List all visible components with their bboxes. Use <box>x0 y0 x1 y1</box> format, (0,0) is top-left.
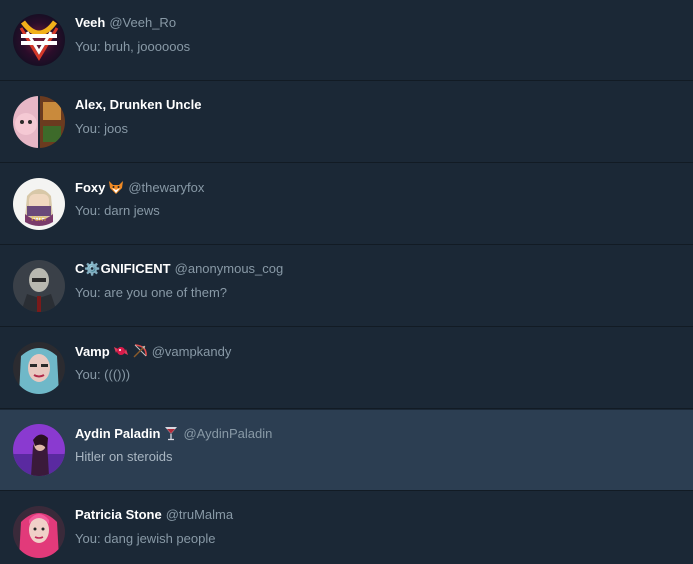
conversation-item-cognificent[interactable]: C⚙️GNIFICENT @anonymous_cog You: are you … <box>0 246 693 327</box>
user-handle: @Veeh_Ro <box>109 15 177 30</box>
display-name: C⚙️GNIFICENT <box>75 261 171 276</box>
display-name: Foxy <box>75 180 106 195</box>
conversation-item-aydin-paladin[interactable]: Aydin Paladin @AydinPaladin Hitler on st… <box>0 410 693 491</box>
cocktail-glass-icon <box>163 425 179 445</box>
user-handle: @AydinPaladin <box>183 426 273 441</box>
display-name: Veeh <box>75 15 106 30</box>
avatar[interactable] <box>13 424 65 476</box>
conversation-item-veeh[interactable]: Veeh @Veeh_Ro You: bruh, joooooos <box>0 0 693 81</box>
message-preview: You: ((())) <box>75 367 131 382</box>
display-name: Aydin Paladin <box>75 426 161 441</box>
message-preview: You: bruh, joooooos <box>75 39 191 54</box>
candy-icon <box>113 343 129 363</box>
conversation-item-vamp[interactable]: Vamp @vampkandy You: ((())) <box>0 328 693 409</box>
bow-and-arrow-icon <box>132 343 148 363</box>
conversation-item-alex-drunken-uncle[interactable]: Alex, Drunken Uncle You: joos <box>0 82 693 163</box>
conversation-item-patricia-stone[interactable]: Patricia Stone @truMalma You: dang jewish… <box>0 492 693 564</box>
message-preview: You: are you one of them? <box>75 285 228 300</box>
svg-text:FOXY: FOXY <box>31 216 47 223</box>
display-name: Vamp <box>75 344 110 359</box>
avatar[interactable] <box>13 506 65 558</box>
user-handle: @thewaryfox <box>128 180 205 195</box>
avatar[interactable] <box>13 342 65 394</box>
message-preview: Hitler on steroids <box>75 449 173 464</box>
avatar[interactable] <box>13 260 65 312</box>
message-preview: You: joos <box>75 121 129 136</box>
message-preview: You: darn jews <box>75 203 160 218</box>
display-name: Patricia Stone <box>75 507 162 522</box>
avatar[interactable] <box>13 14 65 66</box>
user-handle: @vampkandy <box>151 344 232 359</box>
conversation-item-foxy[interactable]: FOXY Foxy @thewaryfox You: darn jews <box>0 164 693 245</box>
user-handle: @anonymous_cog <box>174 261 284 276</box>
avatar[interactable]: FOXY <box>13 178 65 230</box>
display-name: Alex, Drunken Uncle <box>75 97 202 112</box>
conversation-list: Veeh @Veeh_Ro You: bruh, joooooos Alex, D… <box>0 0 693 564</box>
message-preview: You: dang jewish people <box>75 531 216 546</box>
fox-face-icon <box>108 179 124 199</box>
user-handle: @truMalma <box>165 507 234 522</box>
group-avatar[interactable] <box>13 96 65 148</box>
